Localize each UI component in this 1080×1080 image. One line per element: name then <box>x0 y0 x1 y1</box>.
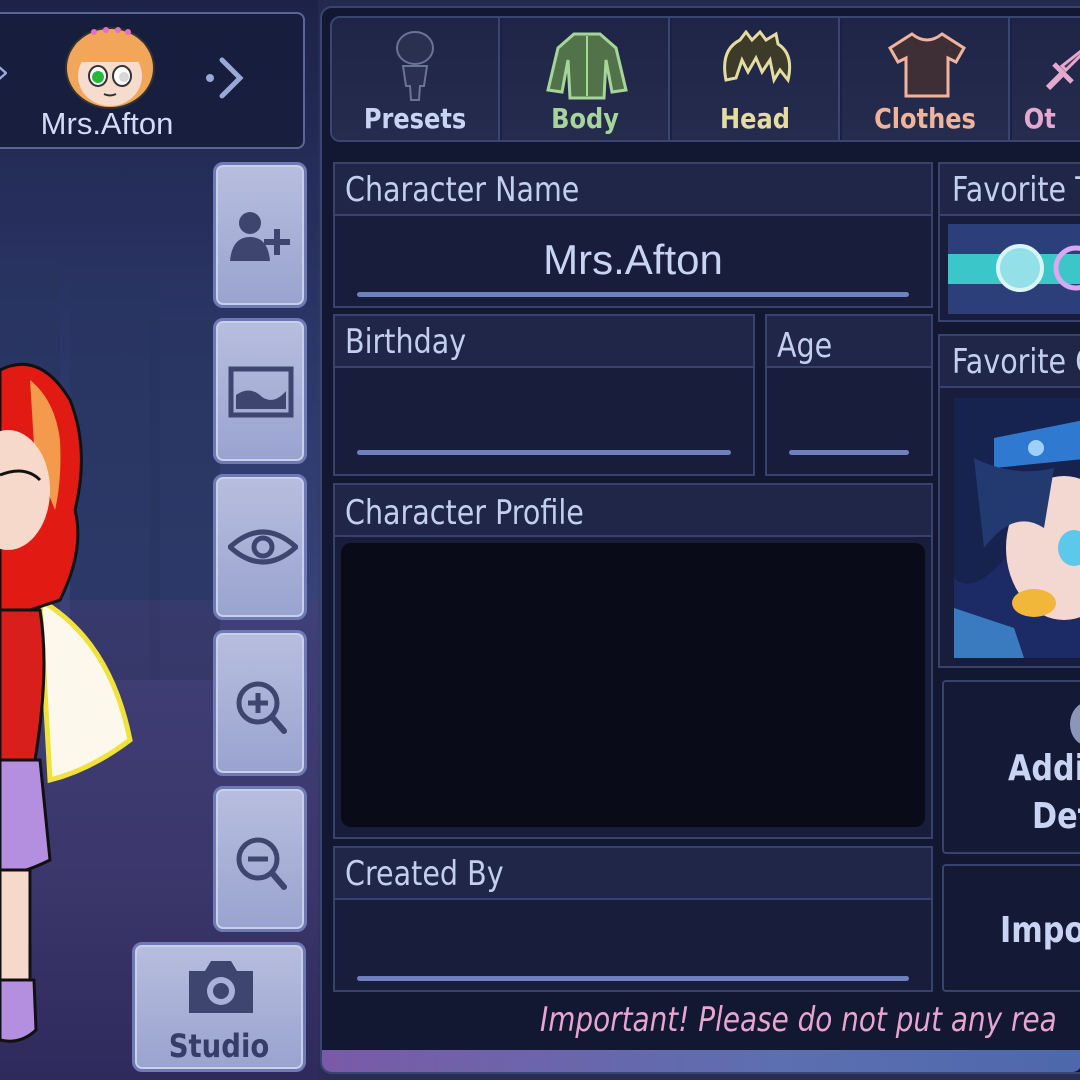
studio-button[interactable]: Studio <box>132 942 306 1072</box>
additional-details-line1: Addit <box>1008 748 1080 789</box>
zoom-out-icon <box>236 837 287 890</box>
character-name-label: Mrs.Afton <box>40 106 174 141</box>
mannequin-icon <box>396 31 434 101</box>
character-name-field[interactable]: Character Name Mrs.Afton <box>333 162 933 308</box>
tab-clothes-label: Clothes <box>874 102 976 135</box>
studio-label: Studio <box>168 1027 270 1065</box>
character-name-value: Mrs.Afton <box>543 236 723 283</box>
character-profile-label: Character Profile <box>345 493 584 533</box>
zoom-in-icon <box>236 681 287 734</box>
favorite-character-image[interactable] <box>954 398 1080 658</box>
favorite-t-field[interactable]: Favorite T <box>938 162 1080 322</box>
tab-presets[interactable]: Presets <box>332 18 500 140</box>
birthday-field[interactable]: Birthday <box>333 314 755 476</box>
category-tabbar: Presets Body Head Clothes Ot <box>330 16 1080 142</box>
character-profile-textarea[interactable] <box>341 543 925 827</box>
favorite-c-label: Favorite C <box>952 342 1080 382</box>
background-button[interactable] <box>213 318 307 464</box>
character-head-thumbnail[interactable] <box>60 20 160 110</box>
person-icon <box>1070 704 1080 744</box>
eye-icon <box>228 529 298 565</box>
add-user-icon <box>230 212 290 261</box>
zoom-in-button[interactable] <box>213 630 307 776</box>
character-name-underline <box>357 292 909 297</box>
sword-icon <box>1045 49 1080 91</box>
created-by-underline <box>357 976 909 981</box>
age-label: Age <box>777 326 833 366</box>
tab-presets-label: Presets <box>363 102 467 135</box>
warning-text: Important! Please do not put any rea <box>540 1000 1057 1040</box>
hair-icon <box>723 30 792 85</box>
previous-character-icon[interactable]: › <box>0 52 10 92</box>
import-button[interactable]: Impo <box>942 864 1080 992</box>
character-selector: › Mrs.Afton <box>0 12 305 149</box>
additional-details-line2: Det <box>1032 796 1080 837</box>
birthday-label: Birthday <box>345 322 467 362</box>
additional-details-button[interactable]: Addit Det <box>942 680 1080 854</box>
tab-clothes[interactable]: Clothes <box>842 18 1010 140</box>
birthday-underline <box>357 450 731 455</box>
shirt-icon <box>887 32 967 98</box>
favorite-thumbnail[interactable] <box>948 224 1080 314</box>
character-name-label: Character Name <box>345 170 580 210</box>
tab-body-label: Body <box>551 102 619 135</box>
panel-bottom-bar <box>322 1050 1080 1072</box>
visibility-button[interactable] <box>213 474 307 620</box>
favorite-c-field[interactable]: Favorite C <box>938 334 1080 668</box>
tab-head[interactable]: Head <box>672 18 840 140</box>
zoom-out-button[interactable] <box>213 786 307 932</box>
jacket-icon <box>546 32 628 100</box>
character-figure[interactable] <box>0 340 150 1060</box>
tab-other[interactable]: Ot <box>1012 18 1080 140</box>
age-underline <box>789 450 909 455</box>
tab-head-label: Head <box>720 102 790 135</box>
image-icon <box>228 366 294 418</box>
tab-body[interactable]: Body <box>502 18 670 140</box>
favorite-t-label: Favorite T <box>952 170 1080 210</box>
camera-icon <box>189 961 253 1013</box>
import-label: Impo <box>1000 910 1080 951</box>
tab-other-label: Ot <box>1023 102 1056 135</box>
next-character-icon[interactable] <box>202 52 252 102</box>
created-by-field[interactable]: Created By <box>333 846 933 992</box>
created-by-label: Created By <box>345 854 504 894</box>
age-field[interactable]: Age <box>765 314 933 476</box>
add-character-button[interactable] <box>213 162 307 308</box>
character-profile-field[interactable]: Character Profile <box>333 483 933 839</box>
